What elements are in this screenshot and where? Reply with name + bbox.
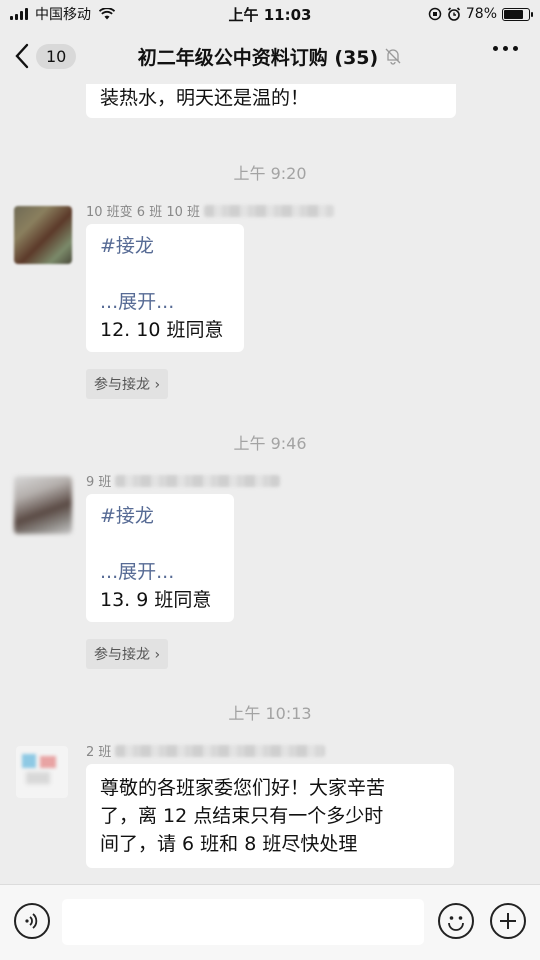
status-bar: 中国移动 上午 11:03 78%: [0, 0, 540, 28]
avatar[interactable]: [14, 206, 72, 264]
input-bar: [0, 884, 540, 960]
jielong-entry: 12. 10 班同意: [100, 319, 224, 341]
jielong-entry: 13. 9 班同意: [100, 589, 212, 611]
voice-icon[interactable]: [14, 903, 50, 939]
chat-title: 初二年级公中资料订购 (35): [137, 46, 379, 69]
timestamp: 上午 10:13: [228, 704, 312, 723]
unread-count-badge: 10: [36, 43, 77, 69]
avatar[interactable]: [14, 476, 72, 534]
jielong-message-bubble[interactable]: #接龙 ...展开... 12. 10 班同意: [86, 224, 244, 352]
message-text: 装热水，明天还是温的！: [100, 87, 310, 109]
emoji-icon[interactable]: [438, 903, 474, 939]
avatar[interactable]: [16, 746, 68, 798]
join-jielong-button[interactable]: 参与接龙 ›: [86, 639, 169, 669]
sender-name: 2 班: [86, 741, 326, 760]
message-input[interactable]: [62, 899, 424, 945]
expand-link[interactable]: ...展开...: [100, 558, 220, 586]
sender-name: 10 班变 6 班 10 班: [86, 201, 335, 220]
battery-percent: 78%: [465, 6, 497, 22]
battery-icon: [502, 7, 533, 21]
wifi-icon: [99, 8, 115, 20]
jielong-tag[interactable]: #接龙: [100, 232, 230, 260]
alarm-icon: [447, 7, 460, 21]
carrier-label: 中国移动: [35, 7, 91, 23]
status-time: 上午 11:03: [228, 5, 312, 24]
signal-icon: [10, 8, 28, 20]
chevron-left-icon: [15, 43, 29, 69]
sender-name: 9 班: [86, 471, 281, 490]
message-text: 了，离 12 点结束只有一个多少时: [100, 805, 384, 827]
back-button[interactable]: 10: [14, 43, 77, 69]
orientation-lock-icon: [428, 7, 442, 21]
timestamp: 上午 9:46: [233, 434, 307, 453]
jielong-tag[interactable]: #接龙: [100, 502, 220, 530]
chat-area[interactable]: 装热水，明天还是温的！ 上午 9:20 10 班变 6 班 10 班 #接龙 .…: [0, 84, 540, 884]
message-text: 尊敬的各班家委您们好！大家辛苦: [100, 777, 386, 799]
more-dots-icon[interactable]: [493, 46, 518, 51]
message-bubble[interactable]: 尊敬的各班家委您们好！大家辛苦 了，离 12 点结束只有一个多少时 间了，请 6…: [86, 764, 454, 868]
timestamp: 上午 9:20: [233, 164, 307, 183]
plus-icon[interactable]: [490, 903, 526, 939]
expand-link[interactable]: ...展开...: [100, 288, 230, 316]
join-jielong-button[interactable]: 参与接龙 ›: [86, 369, 169, 399]
message-text: 间了，请 6 班和 8 班尽快处理: [100, 833, 358, 855]
nav-bar: 10 初二年级公中资料订购 (35): [0, 28, 540, 84]
bell-off-icon: [385, 48, 401, 65]
message-bubble[interactable]: 装热水，明天还是温的！: [86, 84, 456, 118]
jielong-message-bubble[interactable]: #接龙 ...展开... 13. 9 班同意: [86, 494, 234, 622]
